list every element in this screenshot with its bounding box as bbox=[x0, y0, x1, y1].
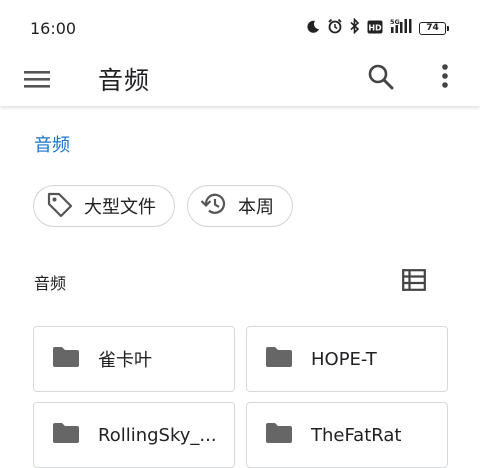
status-time: 16:00 bbox=[30, 18, 77, 38]
status-icons: HD 5G 74 bbox=[306, 17, 449, 38]
hd-icon: HD bbox=[367, 19, 383, 38]
menu-button[interactable] bbox=[24, 66, 54, 96]
alarm-icon bbox=[327, 18, 343, 38]
chip-label: 大型文件 bbox=[84, 197, 156, 218]
folder-label: TheFatRat bbox=[311, 424, 402, 446]
section-title: 音频 bbox=[34, 274, 67, 293]
more-vert-icon bbox=[441, 63, 449, 93]
svg-text:HD: HD bbox=[368, 23, 382, 32]
list-view-icon bbox=[402, 269, 426, 295]
folder-icon bbox=[265, 422, 293, 448]
page-title: 音频 bbox=[98, 66, 151, 95]
battery-indicator: 74 bbox=[419, 21, 449, 35]
filter-chips: 大型文件 本周 bbox=[33, 185, 293, 227]
status-bar: 16:00 HD 5G 74 bbox=[0, 0, 480, 56]
folder-item[interactable]: HOPE-T bbox=[246, 326, 448, 392]
folder-label: 雀卡叶 bbox=[98, 350, 152, 371]
5g-signal-icon: 5G bbox=[390, 18, 412, 38]
folder-item[interactable]: TheFatRat bbox=[246, 402, 448, 468]
more-options-button[interactable] bbox=[430, 62, 460, 94]
folder-item[interactable]: 雀卡叶 bbox=[33, 326, 235, 392]
chip-large-files[interactable]: 大型文件 bbox=[33, 185, 175, 227]
history-icon bbox=[200, 191, 228, 222]
search-icon bbox=[366, 64, 396, 96]
folder-icon bbox=[52, 346, 80, 372]
menu-icon bbox=[24, 69, 50, 93]
svg-text:5G: 5G bbox=[390, 18, 400, 26]
chip-label: 本周 bbox=[238, 197, 274, 218]
chip-this-week[interactable]: 本周 bbox=[187, 185, 293, 227]
moon-icon bbox=[306, 19, 320, 38]
folder-icon bbox=[52, 422, 80, 448]
search-button[interactable] bbox=[366, 62, 398, 94]
folder-icon bbox=[265, 346, 293, 372]
breadcrumb[interactable]: 音频 bbox=[34, 131, 70, 157]
app-bar: 音频 bbox=[0, 56, 480, 106]
folder-item[interactable]: RollingSky_... bbox=[33, 402, 235, 468]
folder-label: HOPE-T bbox=[311, 348, 377, 370]
tag-icon bbox=[46, 191, 74, 222]
folder-label: RollingSky_... bbox=[98, 424, 217, 446]
bluetooth-icon bbox=[350, 17, 360, 38]
view-toggle-button[interactable] bbox=[402, 269, 426, 291]
